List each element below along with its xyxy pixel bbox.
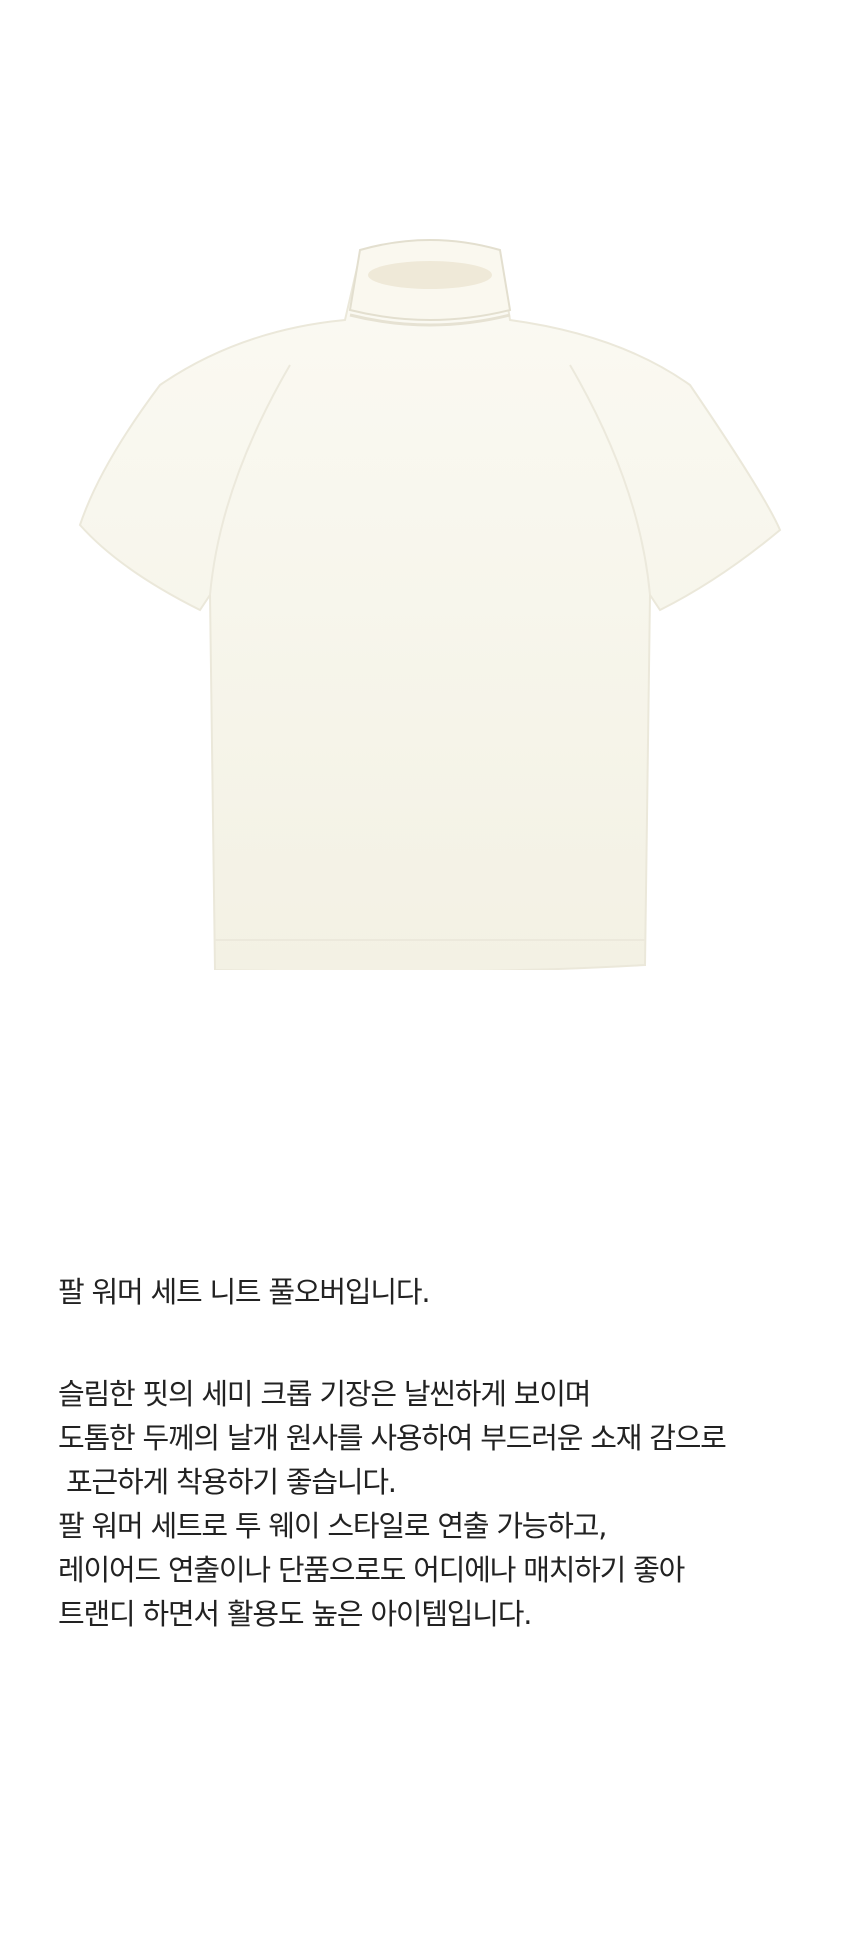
white-knit-sweater-icon xyxy=(78,239,782,970)
description-line: 슬림한 핏의 세미 크롭 기장은 날씬하게 보이며 xyxy=(58,1377,591,1411)
description-line: 레이어드 연출이나 단품으로도 어디에나 매치하기 좋아 xyxy=(58,1553,685,1587)
product-description: 팔 워머 세트 니트 풀오버입니다. 슬림한 핏의 세미 크롭 기장은 날씬하게… xyxy=(58,1270,848,1636)
description-line: 팔 워머 세트로 투 웨이 스타일로 연출 가능하고, xyxy=(58,1509,607,1543)
description-line: 포근하게 착용하기 좋습니다. xyxy=(66,1465,397,1499)
product-image xyxy=(60,235,800,970)
description-line: 트랜디 하면서 활용도 높은 아이템입니다. xyxy=(58,1597,532,1631)
description-line: 도톰한 두께의 날개 원사를 사용하여 부드러운 소재 감으로 xyxy=(58,1421,727,1455)
description-intro: 팔 워머 세트 니트 풀오버입니다. xyxy=(58,1275,431,1309)
